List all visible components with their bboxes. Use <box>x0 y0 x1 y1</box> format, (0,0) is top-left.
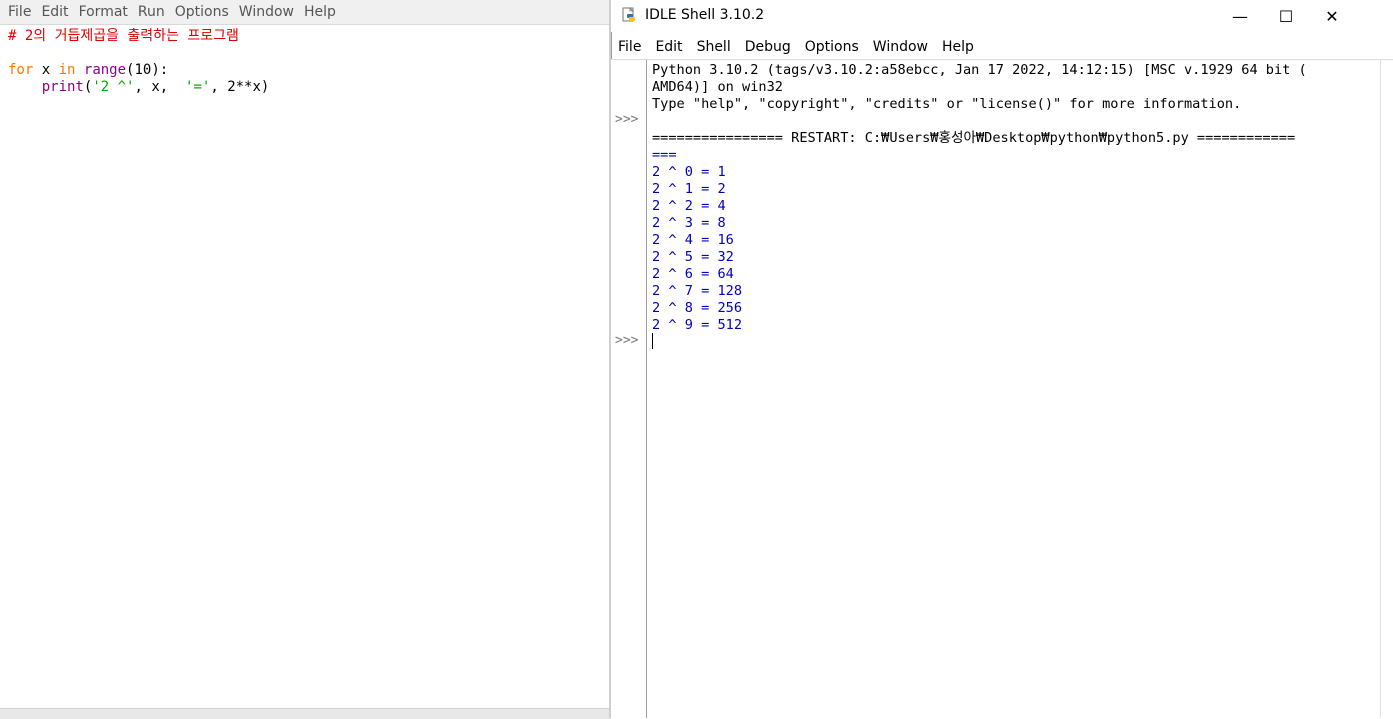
menubar-divider <box>611 59 1393 60</box>
code-keyword-for: for <box>8 62 34 78</box>
shell-prompt-gutter: >>> >>> <box>611 60 647 718</box>
output-line: 2 ^ 4 = 16 <box>652 232 734 248</box>
close-icon: ✕ <box>1325 6 1339 26</box>
minimize-button[interactable]: — <box>1217 0 1263 32</box>
output-line: 2 ^ 1 = 2 <box>652 181 726 197</box>
editor-horizontal-scrollbar[interactable] <box>0 708 611 719</box>
output-line: 2 ^ 8 = 256 <box>652 300 743 316</box>
editor-menu-options[interactable]: Options <box>170 0 234 24</box>
output-line: 2 ^ 3 = 8 <box>652 215 726 231</box>
editor-menu-edit[interactable]: Edit <box>36 0 73 24</box>
code-args-tail: , 2**x) <box>210 79 270 95</box>
editor-menu-format[interactable]: Format <box>74 0 133 24</box>
output-line: 2 ^ 5 = 32 <box>652 249 734 265</box>
shell-prompt: >>> <box>615 112 639 127</box>
code-loop-var: x <box>33 62 59 78</box>
output-line: 2 ^ 9 = 512 <box>652 317 743 333</box>
output-line: 2 ^ 7 = 128 <box>652 283 743 299</box>
shell-menu-window[interactable]: Window <box>866 36 935 58</box>
editor-menubar: File Edit Format Run Options Window Help <box>0 0 611 25</box>
editor-window: File Edit Format Run Options Window Help… <box>0 0 611 719</box>
maximize-button[interactable]: ☐ <box>1263 0 1309 32</box>
shell-menu-debug[interactable]: Debug <box>738 36 798 58</box>
shell-window: IDLE Shell 3.10.2 — ☐ ✕ File Edit Shell … <box>611 0 1393 718</box>
python-idle-icon <box>621 7 637 23</box>
banner-line: AMD64)] on win32 <box>652 79 783 95</box>
output-line: 2 ^ 0 = 1 <box>652 164 726 180</box>
shell-menu-shell[interactable]: Shell <box>690 36 738 58</box>
restart-line: === <box>652 147 677 163</box>
output-line: 2 ^ 6 = 64 <box>652 266 734 282</box>
code-args-mid: , x, <box>134 79 186 95</box>
shell-prompt: >>> <box>615 333 639 348</box>
code-comment: # 2의 거듭제곱을 출력하는 프로그램 <box>8 28 239 44</box>
editor-menu-help[interactable]: Help <box>299 0 341 24</box>
text-cursor <box>652 333 653 349</box>
banner-line: Type "help", "copyright", "credits" or "… <box>652 96 1242 112</box>
code-keyword-in: in <box>58 62 76 78</box>
shell-title: IDLE Shell 3.10.2 <box>645 7 765 23</box>
editor-code-area[interactable]: # 2의 거듭제곱을 출력하는 프로그램 for x in range(10):… <box>8 28 269 96</box>
shell-vertical-scrollbar[interactable] <box>1380 60 1393 718</box>
shell-menu-edit[interactable]: Edit <box>648 36 689 58</box>
shell-menu-options[interactable]: Options <box>798 36 866 58</box>
maximize-icon: ☐ <box>1278 6 1294 26</box>
editor-menu-window[interactable]: Window <box>234 0 299 24</box>
minimize-icon: — <box>1232 6 1248 26</box>
shell-menu-help[interactable]: Help <box>935 36 981 58</box>
close-button[interactable]: ✕ <box>1309 0 1355 32</box>
code-builtin-range: range <box>83 62 127 78</box>
code-string-1: '2 ^' <box>92 79 135 95</box>
output-line: 2 ^ 2 = 4 <box>652 198 726 214</box>
code-string-2: '=' <box>185 79 211 95</box>
banner-line: Python 3.10.2 (tags/v3.10.2:a58ebcc, Jan… <box>652 62 1307 78</box>
shell-output-area[interactable]: Python 3.10.2 (tags/v3.10.2:a58ebcc, Jan… <box>652 62 1307 334</box>
shell-menubar: File Edit Shell Debug Options Window Hel… <box>611 36 1393 58</box>
restart-line: ================ RESTART: C:₩Users₩홍성아₩D… <box>652 130 1296 146</box>
shell-titlebar[interactable]: IDLE Shell 3.10.2 — ☐ ✕ <box>611 0 1393 32</box>
shell-menu-file[interactable]: File <box>611 36 648 58</box>
code-builtin-print: print <box>41 79 84 95</box>
editor-menu-file[interactable]: File <box>0 0 36 24</box>
code-range-args: (10): <box>126 62 169 78</box>
editor-menu-run[interactable]: Run <box>133 0 170 24</box>
